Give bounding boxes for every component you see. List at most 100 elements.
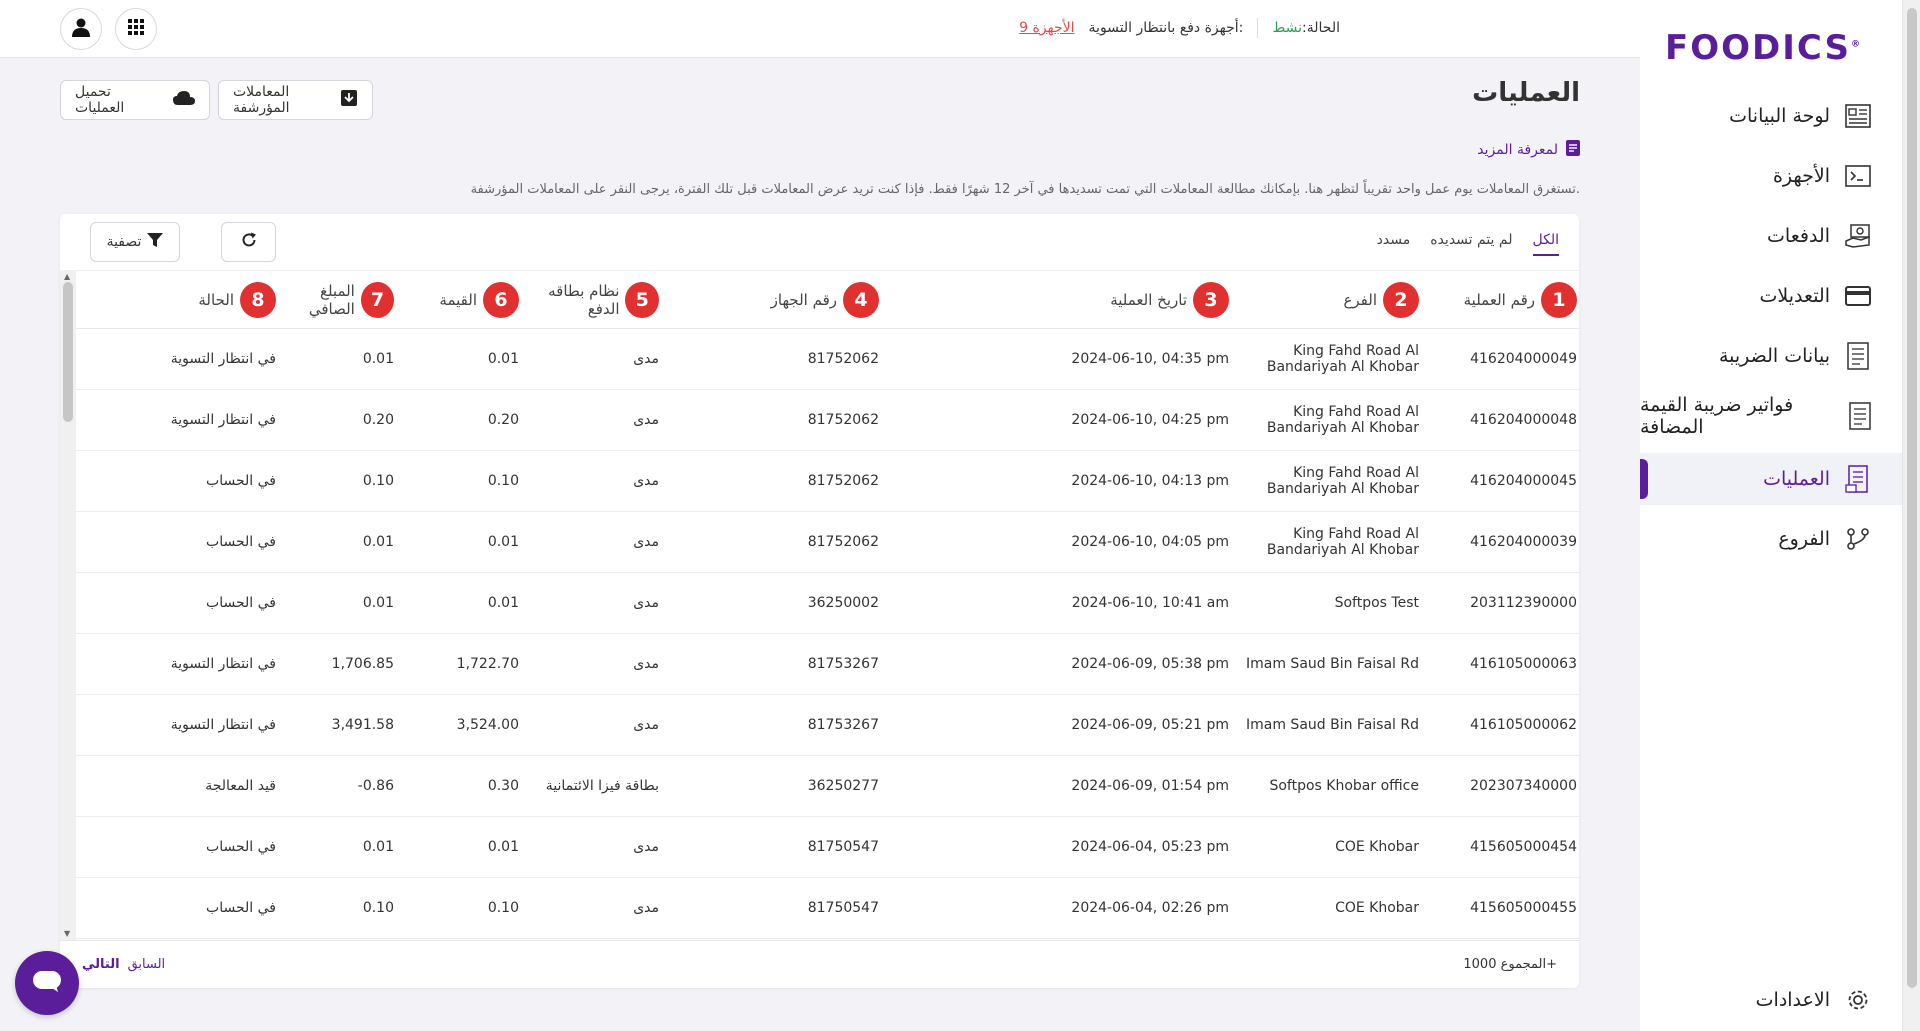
cell-branch: Softpos Khobar office [1269,778,1419,794]
cloud-download-icon [173,90,195,110]
tax-doc-icon [1844,342,1872,370]
filter-button[interactable]: تصفية [90,222,180,262]
table-row[interactable]: 416204000039 King Fahd Road Al Bandariyah… [76,512,1579,573]
table-row[interactable]: 203112390000 Softpos Test 2024-06-10, 10:4… [76,573,1579,634]
cell-card-scheme: مدى [633,473,659,489]
refresh-button[interactable] [221,222,276,262]
cell-device: 81752062 [807,534,879,550]
cell-net-amount: 0.01 [362,839,394,855]
cell-status: في انتظار التسوية [170,656,276,672]
document-icon [1566,140,1580,160]
cell-date: 2024-06-10, 10:41 am [1071,595,1229,611]
cell-status: في الحساب [206,473,276,489]
sidebar-item-label: الأجهزة [1772,165,1830,187]
table-row[interactable]: 416204000045 King Fahd Road Al Bandariyah… [76,451,1579,512]
cell-amount: 0.10 [487,473,519,489]
cell-net-amount: 0.01 [362,595,394,611]
sidebar-item-adjustments[interactable]: التعديلات [1640,270,1902,322]
sidebar-item-tax-data[interactable]: بيانات الضريبة [1640,330,1902,382]
sidebar-item-settings[interactable]: الاعدادات [1640,974,1902,1026]
sidebar-item-label: بيانات الضريبة [1718,345,1830,367]
payments-icon [1844,222,1872,250]
apps-button[interactable] [115,8,157,50]
profile-button[interactable] [60,8,102,50]
table-row[interactable]: 415605000454 COE Khobar 2024-06-04, 05:23 … [76,817,1579,878]
cell-card-scheme: مدى [633,595,659,611]
cell-status: في الحساب [206,595,276,611]
pending-devices-link[interactable]: 9 الأجهزة [1019,20,1074,36]
download-button-label: تحميل العمليات [75,84,125,116]
cell-device: 36250277 [807,778,879,794]
cell-net-amount: 1,706.85 [331,656,394,672]
cell-transaction-id: 416105000062 [1470,717,1577,733]
next-page-link[interactable]: التالي [82,957,120,972]
cell-device: 81750547 [807,900,879,916]
header-date[interactable]: 3 تاريخ العملية [879,281,1229,318]
scroll-down-arrow-icon[interactable]: ▼ [64,929,70,938]
page-scrollbar[interactable] [1902,0,1920,1031]
tab-unpaid[interactable]: لم يتم تسديده [1430,232,1512,256]
scroll-up-arrow-icon[interactable]: ▲ [64,272,70,281]
cell-device: 81752062 [807,412,879,428]
cell-date: 2024-06-10, 04:13 pm [1071,473,1229,489]
sidebar-item-payments[interactable]: الدفعات [1640,210,1902,262]
cell-amount: 0.01 [487,534,519,550]
archived-transactions-button[interactable]: المعاملات المؤرشفة [218,80,373,120]
header-transaction-id[interactable]: 1 رقم العملية [1419,281,1579,318]
table-row[interactable]: 415605000455 COE Khobar 2024-06-04, 02:26 … [76,878,1579,939]
refresh-icon [241,232,257,252]
sidebar-item-devices[interactable]: الأجهزة [1640,150,1902,202]
header-label: رقم الجهاز [770,290,837,309]
cell-transaction-id: 416204000049 [1470,351,1577,367]
header-status[interactable]: 8 الحالة [151,281,276,318]
cell-net-amount: -0.86 [357,778,394,794]
dashboard-icon [1844,102,1872,130]
learn-more-link[interactable]: لمعرفة المزيد [1477,140,1580,160]
user-icon [71,17,91,41]
table-row[interactable]: 416204000049 King Fahd Road Al Bandariyah… [76,329,1579,390]
chat-support-button[interactable] [15,951,79,1015]
apps-grid-icon [128,19,144,39]
sidebar-item-label: الفروع [1778,528,1830,550]
previous-page-link[interactable]: السابق [128,957,166,972]
cell-amount: 0.20 [487,412,519,428]
cell-branch: Softpos Test [1334,595,1419,611]
transactions-table: 1 رقم العملية 2 الفرع 3 تاريخ العملية 4 رقم … [76,270,1579,940]
sidebar-item-label: الدفعات [1767,225,1830,247]
header-branch[interactable]: 2 الفرع [1229,281,1419,318]
sidebar-item-vat-invoices[interactable]: فواتير ضريبة القيمة المضافة [1640,390,1902,442]
tab-all[interactable]: الكل [1532,232,1559,256]
page-scrollbar-thumb[interactable] [1907,8,1917,988]
header-card-scheme[interactable]: 5 نظام بطاقه الدفع [519,281,659,318]
cell-net-amount: 0.20 [362,412,394,428]
cell-net-amount: 0.10 [362,473,394,489]
sidebar-item-branches[interactable]: الفروع [1640,513,1902,565]
cell-amount: 0.01 [487,839,519,855]
sidebar-item-transactions[interactable]: العمليات [1640,453,1902,505]
topbar: الحالة:نشط أجهزة دفع بانتظار التسوية: 9 … [0,0,1640,58]
cell-card-scheme: مدى [633,900,659,916]
table-scrollbar[interactable]: ▲ ▼ [60,270,76,940]
column-number-badge: 2 [1383,281,1419,318]
foodics-logo[interactable]: FOODICS® [1665,28,1862,68]
header-device[interactable]: 4 رقم الجهاز [659,281,879,318]
sidebar-item-dashboard[interactable]: لوحة البيانات [1640,90,1902,142]
table-scrollbar-thumb[interactable] [63,282,73,422]
table-row[interactable]: 202307340000 Softpos Khobar office 2024-06… [76,756,1579,817]
terminal-icon [1844,162,1872,190]
header-net-amount[interactable]: 7 المبلغ الصافي [276,281,394,318]
header-amount[interactable]: 6 القيمة [394,281,519,318]
table-row[interactable]: 416105000062 Imam Saud Bin Faisal Rd 2024-… [76,695,1579,756]
archive-icon [340,89,358,111]
cell-status: قيد المعالجة [205,778,276,794]
archived-button-label: المعاملات المؤرشفة [233,84,290,116]
cell-card-scheme: مدى [633,717,659,733]
cell-amount: 0.10 [487,900,519,916]
transactions-card: الكل لم يتم تسديده مسدد تصفية ▲ ▼ 1 رقم ا… [60,214,1579,988]
tab-paid[interactable]: مسدد [1377,232,1411,256]
table-row[interactable]: 416105000063 Imam Saud Bin Faisal Rd 2024-… [76,634,1579,695]
cell-amount: 3,524.00 [456,717,519,733]
cell-amount: 0.01 [487,351,519,367]
table-row[interactable]: 416204000048 King Fahd Road Al Bandariyah… [76,390,1579,451]
download-transactions-button[interactable]: تحميل العمليات [60,80,210,120]
